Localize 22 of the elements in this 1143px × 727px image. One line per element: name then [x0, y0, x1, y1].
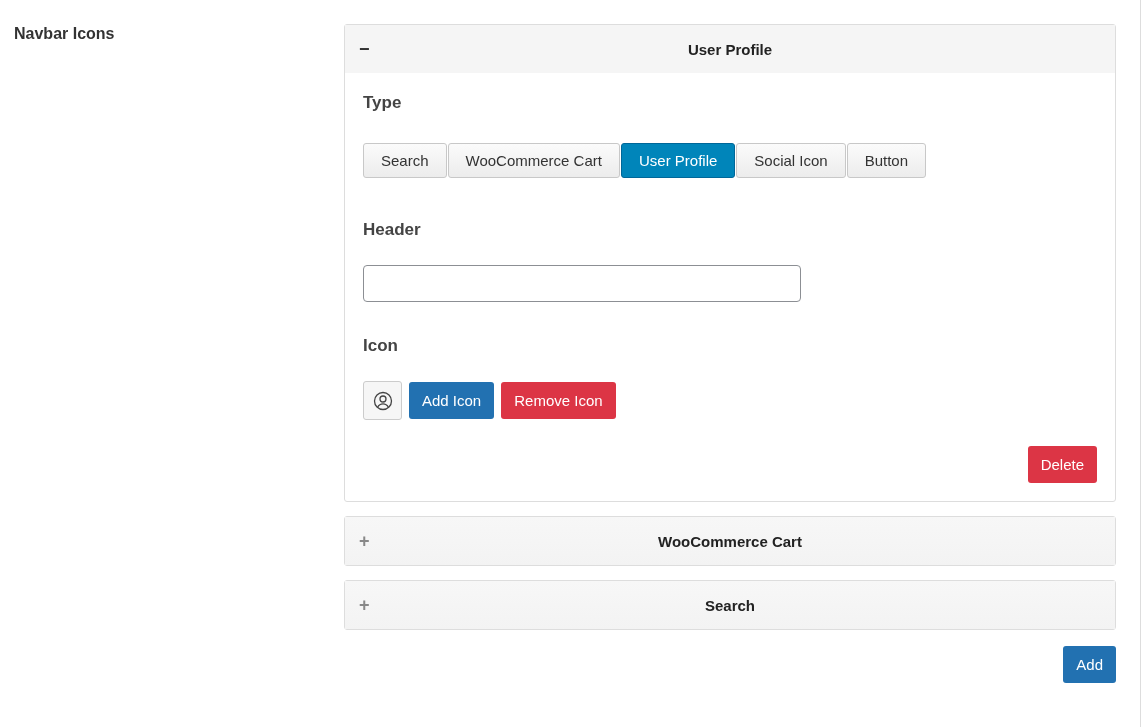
section-label: Navbar Icons	[14, 25, 115, 42]
add-button[interactable]: Add	[1063, 646, 1116, 683]
panel-title: Search	[704, 596, 755, 614]
accordion-header[interactable]: + WooCommerce Cart	[345, 517, 1115, 565]
remove-icon-button[interactable]: Remove Icon	[501, 382, 616, 419]
header-label: Header	[363, 220, 421, 240]
icon-label: Icon	[363, 336, 398, 356]
type-label: Type	[363, 93, 402, 113]
add-icon-button[interactable]: Add Icon	[409, 382, 495, 419]
panel-title: User Profile	[687, 40, 773, 58]
type-option-button[interactable]: Search	[363, 143, 447, 178]
type-option-button[interactable]: Button	[846, 143, 927, 178]
accordion-header[interactable]: − User Profile	[345, 25, 1115, 73]
accordion-header[interactable]: + Search	[345, 581, 1115, 629]
delete-button[interactable]: Delete	[1027, 446, 1097, 483]
type-option-button[interactable]: User Profile	[620, 143, 736, 178]
type-option-button[interactable]: WooCommerce Cart	[447, 143, 620, 178]
panel-title: WooCommerce Cart	[658, 532, 802, 550]
user-circle-icon	[372, 390, 393, 411]
toggle-icon[interactable]: −	[359, 38, 370, 60]
header-input-field[interactable]	[363, 265, 801, 302]
type-option-button[interactable]: Social Icon	[736, 143, 846, 178]
